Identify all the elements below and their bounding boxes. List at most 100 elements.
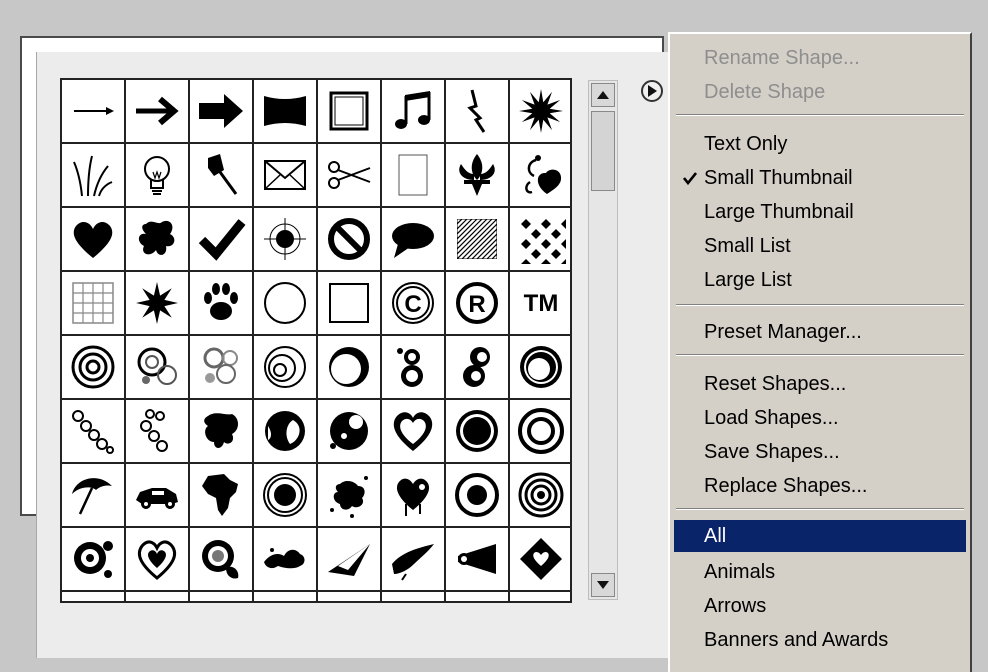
- shape-thumbnail[interactable]: [124, 206, 188, 270]
- menu-item-small-thumbnail[interactable]: Small Thumbnail: [674, 162, 966, 194]
- shape-thumbnail[interactable]: [444, 80, 508, 142]
- shape-thumbnail[interactable]: [62, 142, 124, 206]
- shape-thumbnail[interactable]: [124, 80, 188, 142]
- shape-thumbnail[interactable]: [62, 80, 124, 142]
- menu-item-large-list[interactable]: Large List: [674, 264, 966, 296]
- shape-thumbnail[interactable]: [62, 270, 124, 334]
- shape-thumbnail[interactable]: [316, 462, 380, 526]
- shape-thumbnail[interactable]: [316, 80, 380, 142]
- shape-thumbnail[interactable]: [252, 206, 316, 270]
- shape-thumbnail[interactable]: [316, 270, 380, 334]
- shape-thumbnail[interactable]: [188, 334, 252, 398]
- menu-item-large-thumbnail[interactable]: Large Thumbnail: [674, 196, 966, 228]
- shape-thumbnail[interactable]: [188, 398, 252, 462]
- shape-thumbnail[interactable]: [316, 526, 380, 590]
- shape-thumbnail[interactable]: [252, 80, 316, 142]
- menu-item-reset-shapes[interactable]: Reset Shapes...: [674, 368, 966, 400]
- menu-item-small-list[interactable]: Small List: [674, 230, 966, 262]
- square-outline-icon: [329, 283, 369, 323]
- menu-item-load-shapes[interactable]: Load Shapes...: [674, 402, 966, 434]
- shape-thumbnail[interactable]: [188, 270, 252, 334]
- shape-thumbnail[interactable]: [380, 334, 444, 398]
- shape-thumbnail[interactable]: [124, 398, 188, 462]
- shape-thumbnail[interactable]: [380, 526, 444, 590]
- shape-thumbnail[interactable]: [380, 206, 444, 270]
- shape-thumbnail[interactable]: [124, 334, 188, 398]
- shape-thumbnail[interactable]: [252, 462, 316, 526]
- copyright-icon: C: [392, 282, 434, 324]
- shape-thumbnail[interactable]: [316, 590, 380, 601]
- shape-thumbnail[interactable]: [380, 590, 444, 601]
- shape-thumbnail[interactable]: [380, 462, 444, 526]
- menu-item-save-shapes[interactable]: Save Shapes...: [674, 436, 966, 468]
- shape-thumbnail[interactable]: [444, 206, 508, 270]
- shape-thumbnail[interactable]: [124, 142, 188, 206]
- shape-thumbnail[interactable]: [188, 526, 252, 590]
- panel-menu-button[interactable]: [641, 80, 663, 102]
- shape-thumbnail[interactable]: [316, 398, 380, 462]
- shape-thumbnail[interactable]: [444, 590, 508, 601]
- shape-thumbnail[interactable]: [380, 142, 444, 206]
- shape-thumbnail[interactable]: [444, 398, 508, 462]
- shape-thumbnail[interactable]: [252, 526, 316, 590]
- shape-thumbnail[interactable]: [508, 462, 570, 526]
- menu-item-text-only[interactable]: Text Only: [674, 128, 966, 160]
- shape-thumbnail[interactable]: [444, 142, 508, 206]
- shape-thumbnail[interactable]: [62, 398, 124, 462]
- shape-thumbnail[interactable]: [62, 462, 124, 526]
- menu-item-arrows[interactable]: Arrows: [674, 590, 966, 622]
- shape-thumbnail[interactable]: [316, 334, 380, 398]
- shape-thumbnail[interactable]: [62, 590, 124, 601]
- shape-thumbnail[interactable]: [380, 398, 444, 462]
- shape-thumbnail[interactable]: [316, 142, 380, 206]
- shape-thumbnail[interactable]: [62, 526, 124, 590]
- shape-thumbnail[interactable]: [252, 334, 316, 398]
- fleur-de-lis-icon: [459, 154, 495, 196]
- shape-thumbnail[interactable]: [380, 80, 444, 142]
- menu-item-replace-shapes[interactable]: Replace Shapes...: [674, 470, 966, 502]
- shape-thumbnail[interactable]: [188, 590, 252, 601]
- shape-thumbnail[interactable]: [124, 590, 188, 601]
- shape-thumbnail[interactable]: R: [444, 270, 508, 334]
- shape-thumbnail[interactable]: [62, 334, 124, 398]
- scroll-thumb[interactable]: [591, 111, 615, 191]
- shape-thumbnail[interactable]: [508, 80, 570, 142]
- shape-thumbnail[interactable]: [444, 526, 508, 590]
- shape-thumbnail[interactable]: [508, 590, 570, 601]
- scroll-up-button[interactable]: [591, 83, 615, 107]
- figure-eight-icon: [463, 347, 490, 387]
- shape-thumbnail[interactable]: [124, 270, 188, 334]
- shape-thumbnail[interactable]: [188, 206, 252, 270]
- shape-thumbnail[interactable]: [508, 334, 570, 398]
- menu-item-rename-shape[interactable]: Rename Shape...: [674, 42, 966, 74]
- shape-thumbnail[interactable]: [252, 270, 316, 334]
- shape-thumbnail[interactable]: [316, 206, 380, 270]
- menu-item-banners-and-awards[interactable]: Banners and Awards: [674, 624, 966, 656]
- sunburst-icon: [136, 282, 178, 324]
- shape-thumbnail[interactable]: [252, 398, 316, 462]
- double-heart-icon: [393, 412, 433, 451]
- shape-thumbnail[interactable]: [444, 334, 508, 398]
- shape-thumbnail[interactable]: [62, 206, 124, 270]
- menu-item-animals[interactable]: Animals: [674, 556, 966, 588]
- splash-shape-icon: [264, 548, 305, 569]
- scroll-down-button[interactable]: [591, 573, 615, 597]
- shape-thumbnail[interactable]: [252, 590, 316, 601]
- shape-thumbnail[interactable]: [124, 462, 188, 526]
- shape-thumbnail[interactable]: [188, 462, 252, 526]
- shape-thumbnail[interactable]: [508, 206, 570, 270]
- shape-thumbnail[interactable]: [508, 526, 570, 590]
- menu-item-all[interactable]: All: [674, 520, 966, 552]
- vertical-scrollbar[interactable]: [588, 80, 618, 600]
- shape-thumbnail[interactable]: TM: [508, 270, 570, 334]
- shape-thumbnail[interactable]: [444, 462, 508, 526]
- shape-thumbnail[interactable]: [508, 142, 570, 206]
- shape-thumbnail[interactable]: [508, 398, 570, 462]
- menu-item-delete-shape[interactable]: Delete Shape: [674, 76, 966, 108]
- shape-thumbnail[interactable]: [124, 526, 188, 590]
- menu-item-preset-manager[interactable]: Preset Manager...: [674, 316, 966, 348]
- shape-thumbnail[interactable]: [188, 142, 252, 206]
- shape-thumbnail[interactable]: [188, 80, 252, 142]
- shape-thumbnail[interactable]: C: [380, 270, 444, 334]
- shape-thumbnail[interactable]: [252, 142, 316, 206]
